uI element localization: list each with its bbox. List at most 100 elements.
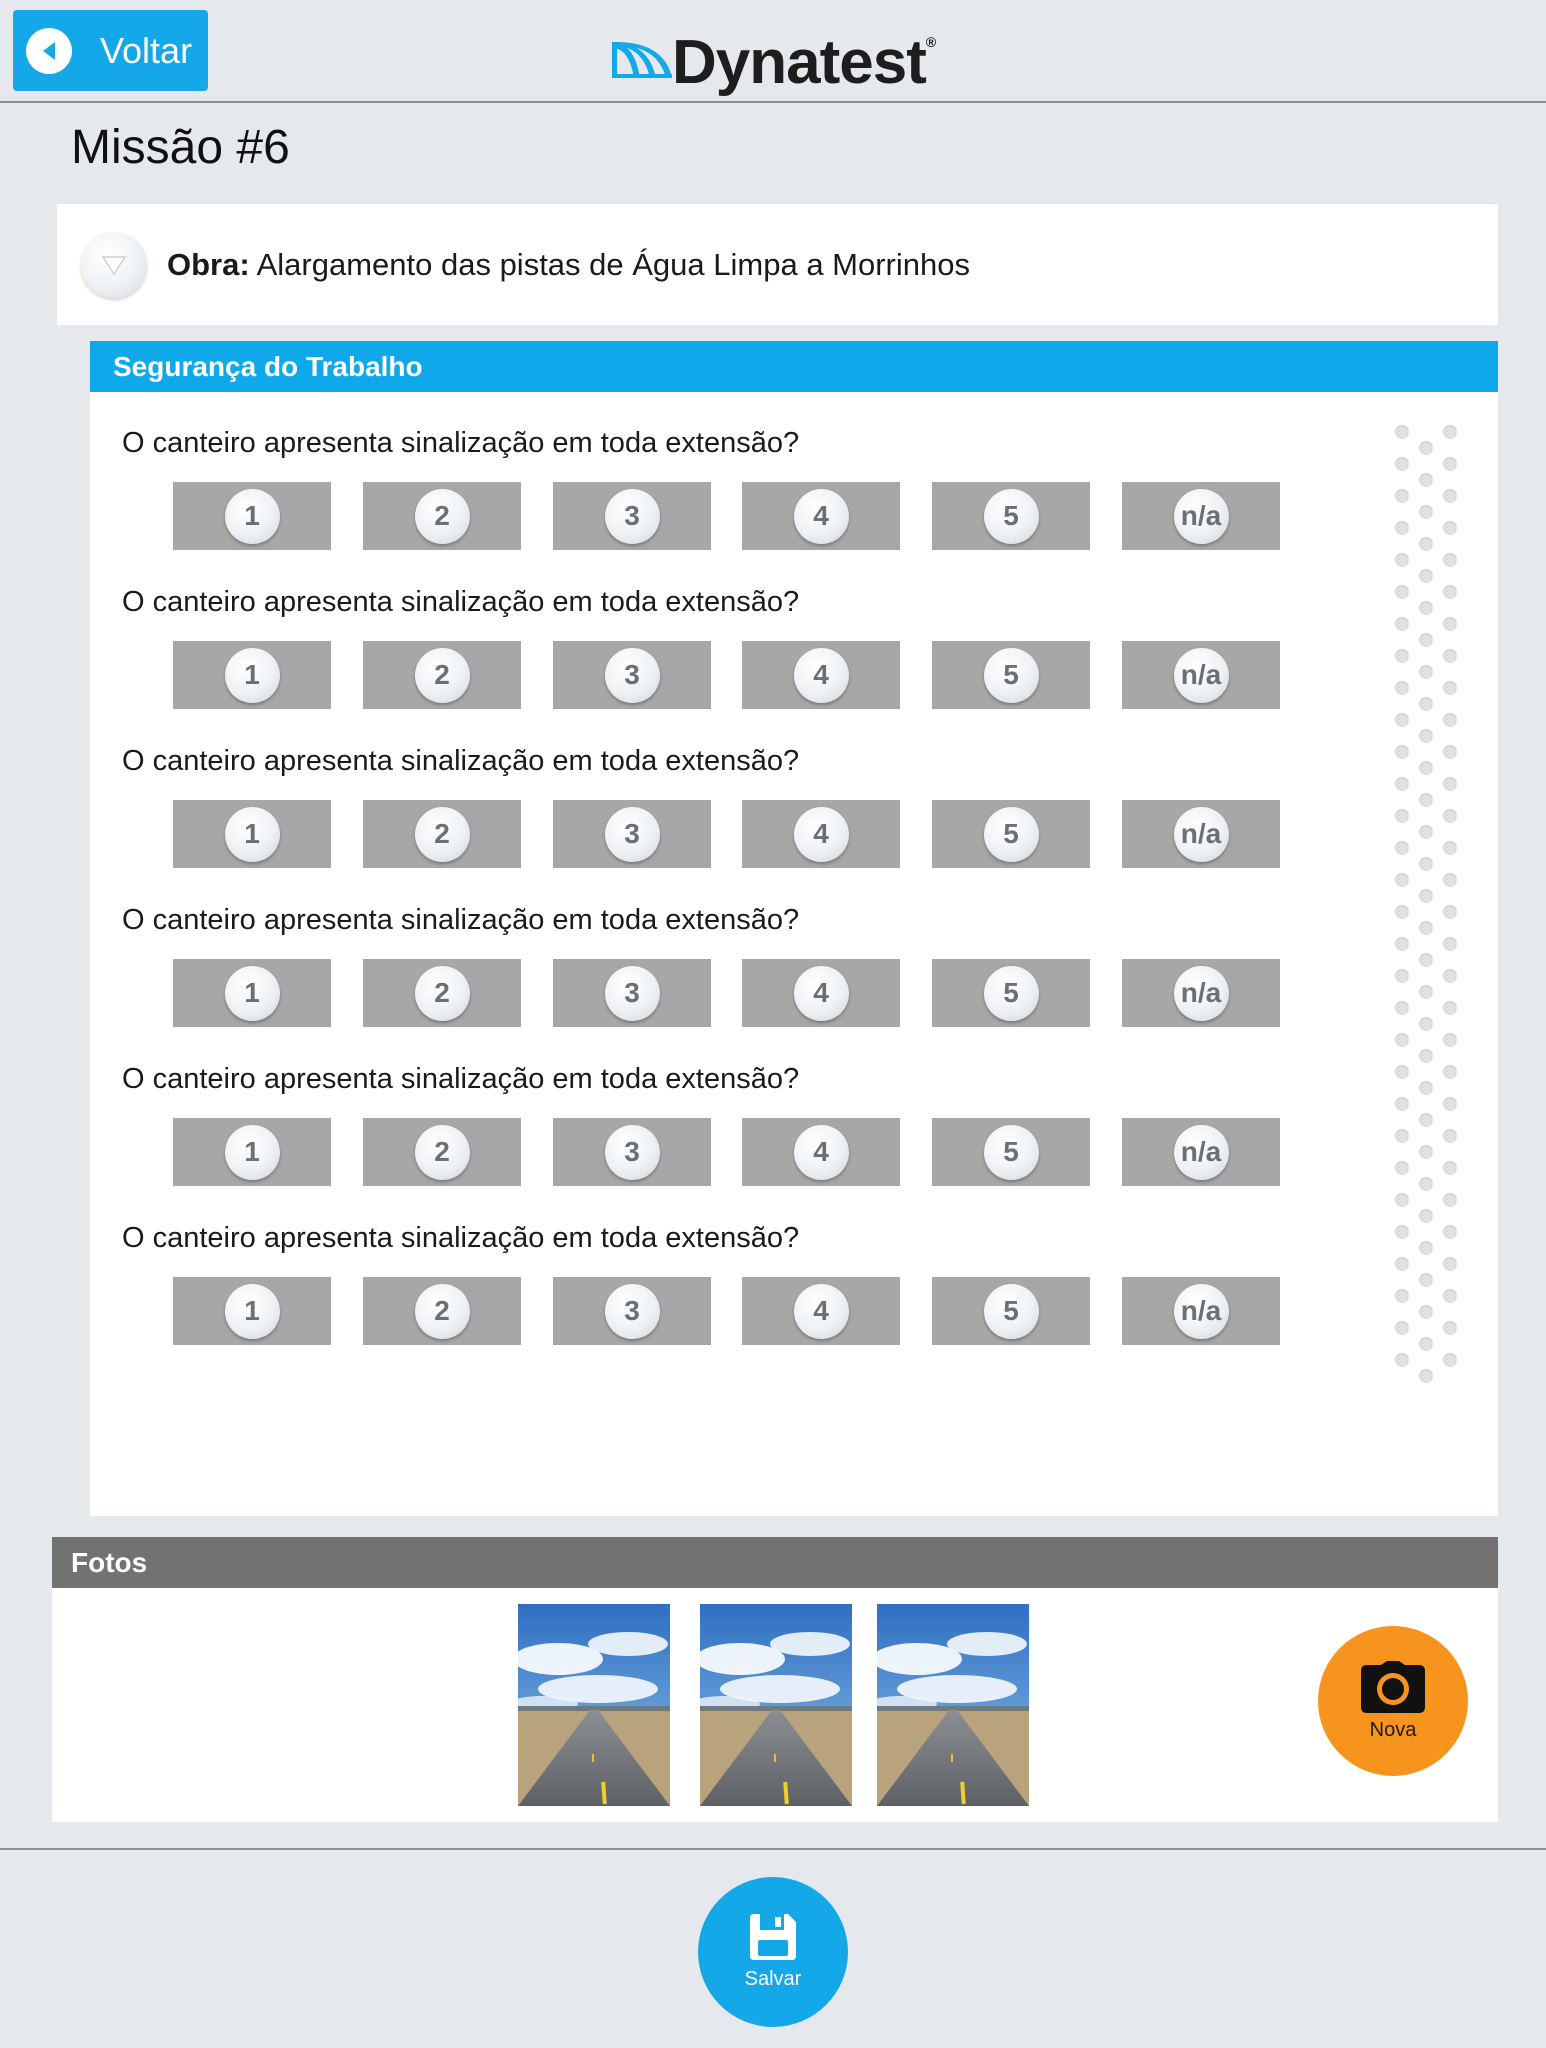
- scroll-rail-dot: [1443, 553, 1457, 567]
- rating-option-1[interactable]: 1: [173, 1277, 331, 1345]
- scroll-rail-dot: [1395, 585, 1409, 599]
- rating-option-3[interactable]: 3: [553, 1277, 711, 1345]
- scroll-rail-dot: [1419, 1369, 1433, 1383]
- obra-value: Alargamento das pistas de Água Limpa a M…: [256, 246, 970, 282]
- question-text: O canteiro apresenta sinalização em toda…: [122, 1222, 800, 1254]
- rating-option-label: 2: [414, 965, 470, 1021]
- scroll-rail-dot: [1419, 1273, 1433, 1287]
- scroll-rail-dot: [1443, 1161, 1457, 1175]
- scroll-rail-dot: [1419, 537, 1433, 551]
- rating-option-4[interactable]: 4: [742, 800, 900, 868]
- rating-options: 1 2 3 4 5 n/a: [173, 482, 1283, 550]
- rating-option-label: 2: [414, 806, 470, 862]
- rating-option-label: 3: [604, 806, 660, 862]
- scroll-rail-dot: [1419, 857, 1433, 871]
- scroll-rail[interactable]: [1395, 425, 1465, 1385]
- scroll-rail-dot: [1443, 905, 1457, 919]
- rating-option-4[interactable]: 4: [742, 1277, 900, 1345]
- scroll-rail-dot: [1443, 1289, 1457, 1303]
- scroll-rail-dot: [1443, 1033, 1457, 1047]
- rating-option-1[interactable]: 1: [173, 800, 331, 868]
- rating-option-1[interactable]: 1: [173, 641, 331, 709]
- scroll-rail-dot: [1443, 713, 1457, 727]
- rating-option-na[interactable]: n/a: [1122, 959, 1280, 1027]
- rating-option-label: 3: [604, 1124, 660, 1180]
- question-text: O canteiro apresenta sinalização em toda…: [122, 586, 800, 618]
- rating-option-5[interactable]: 5: [932, 959, 1090, 1027]
- rating-option-3[interactable]: 3: [553, 641, 711, 709]
- scroll-rail-dot: [1419, 1017, 1433, 1031]
- scroll-rail-dot: [1395, 809, 1409, 823]
- rating-option-5[interactable]: 5: [932, 641, 1090, 709]
- rating-option-label: 4: [793, 647, 849, 703]
- question-text: O canteiro apresenta sinalização em toda…: [122, 427, 800, 459]
- obra-toggle-button[interactable]: [81, 231, 147, 298]
- rating-option-2[interactable]: 2: [363, 800, 521, 868]
- scroll-rail-dot: [1443, 873, 1457, 887]
- page-title: Missão #6: [71, 121, 290, 174]
- rating-option-label: n/a: [1173, 488, 1229, 544]
- rating-option-2[interactable]: 2: [363, 1118, 521, 1186]
- scroll-rail-dot: [1395, 777, 1409, 791]
- rating-option-1[interactable]: 1: [173, 482, 331, 550]
- rating-option-3[interactable]: 3: [553, 1118, 711, 1186]
- rating-option-1[interactable]: 1: [173, 1118, 331, 1186]
- rating-option-na[interactable]: n/a: [1122, 1277, 1280, 1345]
- rating-option-4[interactable]: 4: [742, 482, 900, 550]
- rating-option-4[interactable]: 4: [742, 641, 900, 709]
- rating-option-2[interactable]: 2: [363, 641, 521, 709]
- scroll-rail-dot: [1443, 937, 1457, 951]
- question-text: O canteiro apresenta sinalização em toda…: [122, 904, 800, 936]
- rating-option-na[interactable]: n/a: [1122, 800, 1280, 868]
- rating-option-3[interactable]: 3: [553, 959, 711, 1027]
- scroll-rail-dot: [1443, 1353, 1457, 1367]
- scroll-rail-dot: [1419, 1305, 1433, 1319]
- rating-option-label: 3: [604, 488, 660, 544]
- question-item: O canteiro apresenta sinalização em toda…: [122, 1220, 1280, 1345]
- scroll-rail-dot: [1419, 953, 1433, 967]
- photo-thumbnail[interactable]: [700, 1604, 852, 1806]
- rating-option-5[interactable]: 5: [932, 1277, 1090, 1345]
- scroll-rail-dot: [1395, 521, 1409, 535]
- rating-option-na[interactable]: n/a: [1122, 641, 1280, 709]
- new-photo-button[interactable]: Nova: [1318, 1626, 1468, 1776]
- obra-card: Obra: Alargamento das pistas de Água Lim…: [57, 204, 1498, 325]
- rating-option-label: 2: [414, 1124, 470, 1180]
- rating-option-4[interactable]: 4: [742, 959, 900, 1027]
- rating-option-2[interactable]: 2: [363, 482, 521, 550]
- photo-thumbnail[interactable]: [518, 1604, 670, 1806]
- rating-option-2[interactable]: 2: [363, 959, 521, 1027]
- rating-option-na[interactable]: n/a: [1122, 482, 1280, 550]
- scroll-rail-dot: [1395, 1129, 1409, 1143]
- scroll-rail-dot: [1395, 1161, 1409, 1175]
- rating-option-2[interactable]: 2: [363, 1277, 521, 1345]
- rating-option-5[interactable]: 5: [932, 800, 1090, 868]
- dynatest-logo-mark: [612, 42, 672, 78]
- scroll-rail-dot: [1395, 681, 1409, 695]
- scroll-rail-dot: [1419, 633, 1433, 647]
- rating-option-na[interactable]: n/a: [1122, 1118, 1280, 1186]
- rating-options: 1 2 3 4 5 n/a: [173, 1118, 1283, 1186]
- rating-option-5[interactable]: 5: [932, 482, 1090, 550]
- scroll-rail-dot: [1419, 729, 1433, 743]
- rating-option-label: 5: [983, 1283, 1039, 1339]
- scroll-rail-dot: [1443, 425, 1457, 439]
- scroll-rail-dot: [1443, 521, 1457, 535]
- rating-option-label: 1: [224, 1283, 280, 1339]
- scroll-rail-dot: [1443, 1065, 1457, 1079]
- scroll-rail-dot: [1395, 1065, 1409, 1079]
- rating-option-5[interactable]: 5: [932, 1118, 1090, 1186]
- rating-option-3[interactable]: 3: [553, 482, 711, 550]
- scroll-rail-dot: [1395, 457, 1409, 471]
- rating-option-label: 5: [983, 488, 1039, 544]
- rating-option-1[interactable]: 1: [173, 959, 331, 1027]
- scroll-rail-dot: [1443, 1001, 1457, 1015]
- rating-option-3[interactable]: 3: [553, 800, 711, 868]
- rating-option-4[interactable]: 4: [742, 1118, 900, 1186]
- back-button[interactable]: Voltar: [13, 10, 208, 91]
- photo-thumbnail[interactable]: [877, 1604, 1029, 1806]
- scroll-rail-dot: [1419, 1177, 1433, 1191]
- rating-option-label: n/a: [1173, 1124, 1229, 1180]
- scroll-rail-dot: [1419, 1113, 1433, 1127]
- save-button[interactable]: Salvar: [698, 1877, 848, 2027]
